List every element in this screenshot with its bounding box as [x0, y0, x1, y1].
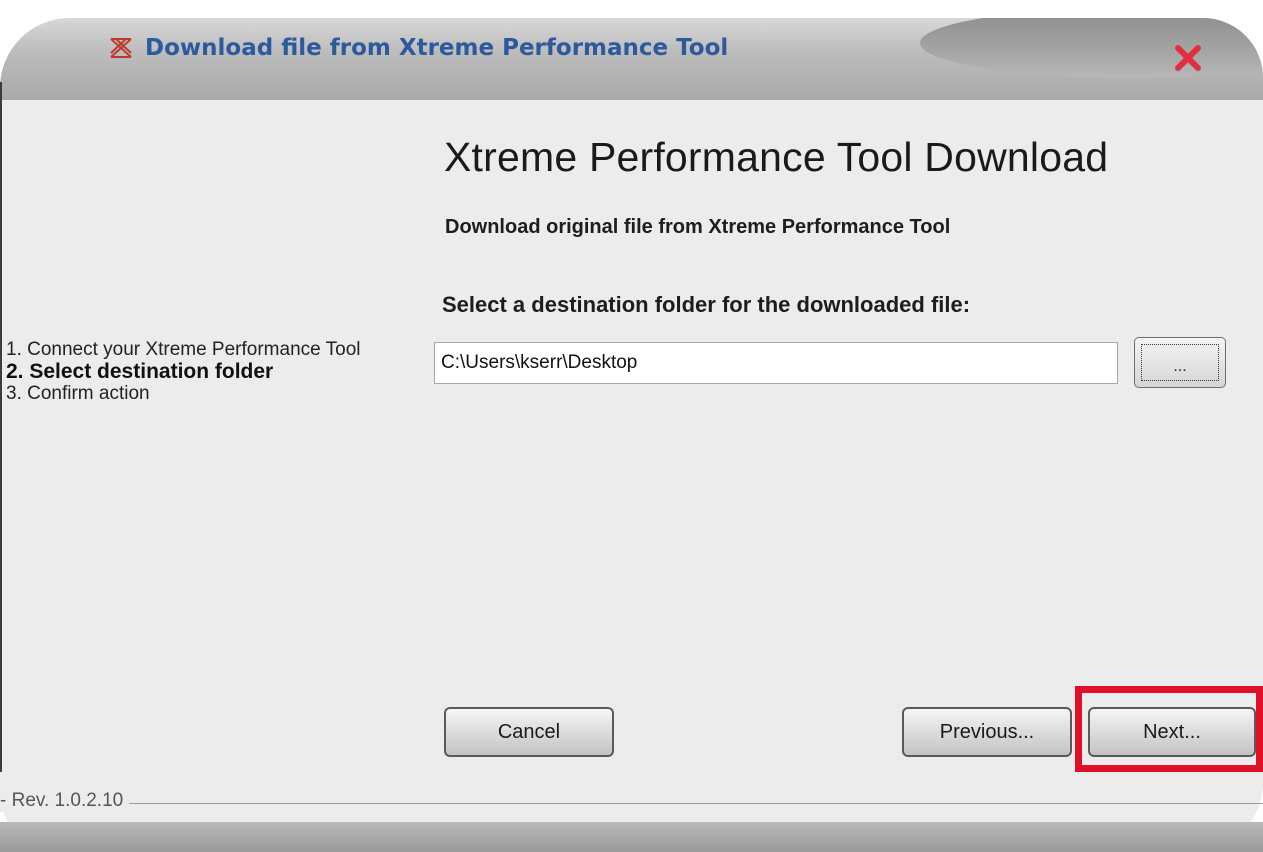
wizard-steps: 1. Connect your Xtreme Performance Tool … [6, 339, 406, 405]
page-title: Xtreme Performance Tool Download [444, 134, 1109, 180]
dialog-body [0, 100, 1263, 852]
revision-label: - Rev. 1.0.2.10 [0, 790, 130, 812]
cancel-button[interactable]: Cancel [444, 707, 614, 757]
close-icon[interactable] [1168, 38, 1208, 78]
step-connect: 1. Connect your Xtreme Performance Tool [6, 339, 361, 360]
browse-button-label: ... [1141, 344, 1219, 381]
xpt-logo-icon [110, 38, 132, 58]
next-button[interactable]: Next... [1088, 707, 1256, 757]
footer-divider [0, 803, 1263, 804]
page-subtitle: Download original file from Xtreme Perfo… [445, 216, 951, 238]
destination-path-input[interactable] [434, 342, 1118, 384]
previous-button[interactable]: Previous... [902, 707, 1072, 757]
step-confirm: 3. Confirm action [6, 383, 150, 404]
bottom-frame [0, 822, 1263, 852]
window-title: Download file from Xtreme Performance To… [145, 35, 729, 61]
left-border [0, 82, 2, 772]
browse-button[interactable]: ... [1134, 337, 1226, 388]
title-bar-gloss [920, 18, 1263, 78]
folder-label: Select a destination folder for the down… [442, 292, 971, 317]
title-bar[interactable]: Download file from Xtreme Performance To… [0, 18, 1263, 101]
step-select-folder: 2. Select destination folder [6, 360, 274, 383]
